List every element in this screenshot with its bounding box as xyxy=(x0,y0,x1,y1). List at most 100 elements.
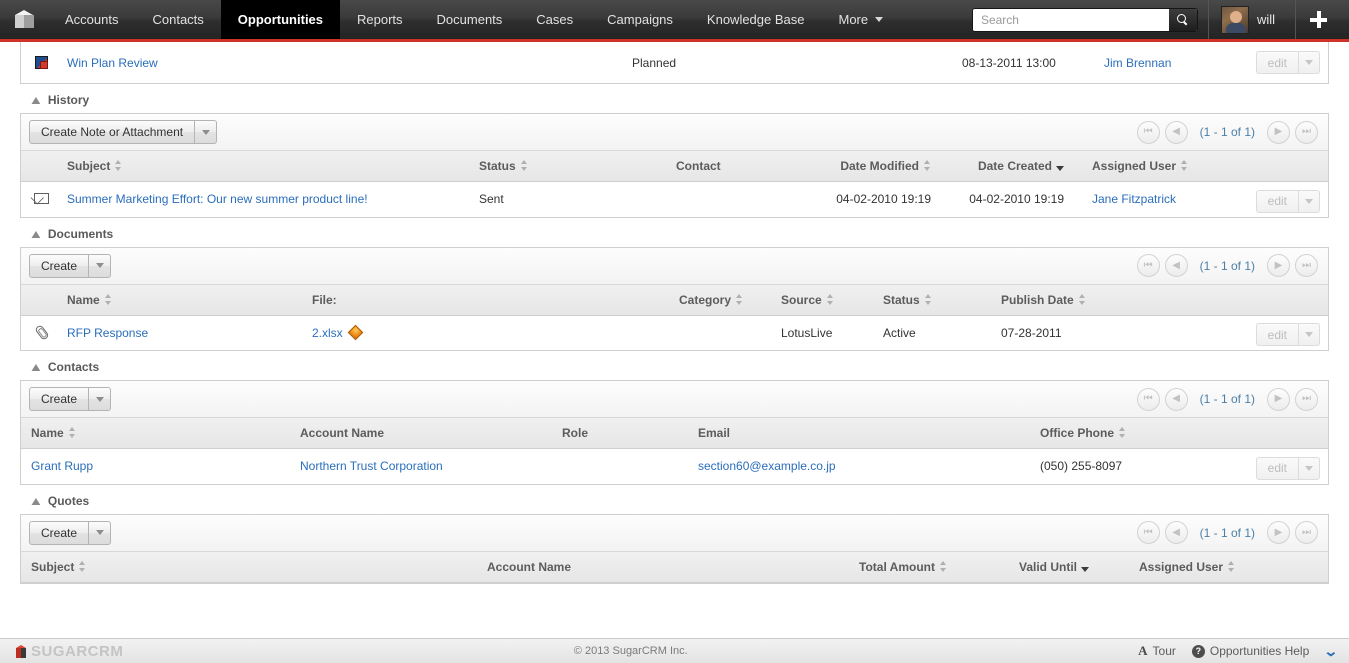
nav-item-knowledge-base[interactable]: Knowledge Base xyxy=(690,0,822,39)
th-assigned-user[interactable]: Assigned User xyxy=(1078,151,1328,182)
activity-subject-link[interactable]: Win Plan Review xyxy=(67,56,158,70)
th-status[interactable]: Status xyxy=(473,151,670,182)
email-link[interactable]: section60@example.co.jp xyxy=(698,459,836,473)
edit-button[interactable]: edit xyxy=(1255,189,1299,213)
th-name[interactable]: Name xyxy=(61,284,306,316)
th-label: Email xyxy=(698,426,731,440)
th-email[interactable]: Email xyxy=(692,418,1034,449)
contact-name-link[interactable]: Grant Rupp xyxy=(31,459,93,473)
assigned-user-link[interactable]: Jim Brennan xyxy=(1104,56,1171,70)
th-publish-date[interactable]: Publish Date xyxy=(995,284,1328,316)
section-header-contacts[interactable]: ▲ Contacts xyxy=(20,351,1329,380)
nav-item-campaigns[interactable]: Campaigns xyxy=(590,0,690,39)
chevron-down-icon[interactable]: ⌄ xyxy=(1324,643,1339,660)
nav-item-cases[interactable]: Cases xyxy=(519,0,590,39)
chevron-down-icon xyxy=(1305,465,1313,471)
nav-item-documents[interactable]: Documents xyxy=(420,0,520,39)
tour-link[interactable]: A Tour xyxy=(1138,643,1176,659)
th-file[interactable]: File: xyxy=(306,284,526,316)
first-page-button[interactable]: ⏮ xyxy=(1136,254,1160,277)
section-header-history[interactable]: ▲ History xyxy=(20,84,1329,113)
nav-item-contacts[interactable]: Contacts xyxy=(135,0,220,39)
opportunities-help-link[interactable]: ? Opportunities Help xyxy=(1191,644,1309,658)
section-header-quotes[interactable]: ▲ Quotes xyxy=(20,485,1329,514)
th-account-name[interactable]: Account Name xyxy=(481,551,853,583)
section-header-documents[interactable]: ▲ Documents xyxy=(20,218,1329,247)
th-role[interactable]: Role xyxy=(556,418,692,449)
table-row[interactable]: Summer Marketing Effort: Our new summer … xyxy=(21,182,1328,217)
search-button[interactable] xyxy=(1168,8,1197,31)
th-name[interactable]: Name xyxy=(21,418,294,449)
th-date-modified[interactable]: Date Modified xyxy=(812,151,945,182)
create-dropdown-button[interactable] xyxy=(89,520,112,545)
create-document-button[interactable]: Create xyxy=(29,253,90,278)
nav-item-reports[interactable]: Reports xyxy=(340,0,420,39)
edit-dropdown-button[interactable] xyxy=(1299,51,1320,74)
documents-panel: Create ⏮ ◀ (1 - 1 of 1) ▶ ⏭ Name File: C… xyxy=(20,246,1329,351)
create-quote-button[interactable]: Create xyxy=(29,520,90,545)
section-title: Contacts xyxy=(47,360,100,374)
th-assigned-user[interactable]: Assigned User xyxy=(1133,551,1328,583)
history-panel: Create Note or Attachment ⏮ ◀ (1 - 1 of … xyxy=(20,113,1329,218)
next-page-button[interactable]: ▶ xyxy=(1267,120,1290,144)
first-page-button[interactable]: ⏮ xyxy=(1136,387,1160,411)
th-subject[interactable]: Subject xyxy=(21,551,481,583)
table-row[interactable]: RFP Response 2.xlsx LotusLive Active 07-… xyxy=(21,315,1328,350)
th-office-phone[interactable]: Office Phone xyxy=(1034,418,1249,449)
create-note-or-attachment-button[interactable]: Create Note or Attachment xyxy=(29,120,196,144)
edit-button[interactable]: edit xyxy=(1255,51,1299,74)
last-page-button[interactable]: ⏭ xyxy=(1295,120,1318,144)
previous-page-button[interactable]: ◀ xyxy=(1164,521,1188,544)
first-page-button[interactable]: ⏮ xyxy=(1136,120,1160,144)
previous-page-button[interactable]: ◀ xyxy=(1164,387,1188,411)
user-menu[interactable]: will xyxy=(1207,0,1295,39)
th-source[interactable]: Source xyxy=(761,284,877,316)
contact-role-cell xyxy=(556,449,692,484)
next-page-button[interactable]: ▶ xyxy=(1267,521,1290,544)
th-contact[interactable]: Contact xyxy=(670,151,812,182)
th-label: Subject xyxy=(31,559,75,574)
sort-icon xyxy=(939,560,947,572)
last-page-button[interactable]: ⏭ xyxy=(1295,521,1318,544)
edit-dropdown-button[interactable] xyxy=(1299,456,1320,480)
th-category[interactable]: Category xyxy=(526,284,761,316)
th-label: Status xyxy=(479,159,516,173)
create-dropdown-button[interactable] xyxy=(89,253,112,278)
history-subject-link[interactable]: Summer Marketing Effort: Our new summer … xyxy=(67,192,368,206)
create-dropdown-button[interactable] xyxy=(195,120,218,144)
nav-item-accounts[interactable]: Accounts xyxy=(48,0,135,39)
search-input[interactable] xyxy=(972,8,1169,31)
th-valid-until[interactable]: Valid Until xyxy=(1013,551,1133,583)
previous-page-button[interactable]: ◀ xyxy=(1164,120,1188,144)
th-subject[interactable]: Subject xyxy=(61,151,473,182)
create-contact-button[interactable]: Create xyxy=(29,387,90,411)
nav-item-more[interactable]: More xyxy=(822,0,901,39)
account-name-link[interactable]: Northern Trust Corporation xyxy=(300,459,443,473)
edit-dropdown-button[interactable] xyxy=(1299,323,1320,346)
last-page-button[interactable]: ⏭ xyxy=(1295,254,1318,277)
th-date-created[interactable]: Date Created xyxy=(945,151,1078,182)
next-page-button[interactable]: ▶ xyxy=(1267,387,1290,411)
create-dropdown-button[interactable] xyxy=(89,387,112,411)
th-status[interactable]: Status xyxy=(877,284,995,316)
edit-button[interactable]: edit xyxy=(1255,323,1299,346)
app-logo[interactable] xyxy=(0,0,48,39)
assigned-user-link[interactable]: Jane Fitzpatrick xyxy=(1092,192,1176,206)
next-page-button[interactable]: ▶ xyxy=(1267,254,1290,277)
search-icon xyxy=(1177,14,1188,25)
table-row[interactable]: Grant Rupp Northern Trust Corporation se… xyxy=(21,449,1328,484)
table-row[interactable]: Win Plan Review Planned 08-13-2011 13:00… xyxy=(21,42,1328,83)
nav-item-opportunities[interactable]: Opportunities xyxy=(220,0,341,39)
edit-dropdown-button[interactable] xyxy=(1299,189,1320,213)
th-account-name[interactable]: Account Name xyxy=(294,418,556,449)
document-name-link[interactable]: RFP Response xyxy=(67,326,148,340)
quick-create-menu[interactable] xyxy=(1295,0,1349,39)
th-total-amount[interactable]: Total Amount xyxy=(853,551,1013,583)
last-page-button[interactable]: ⏭ xyxy=(1295,387,1318,411)
first-page-button[interactable]: ⏮ xyxy=(1136,521,1160,544)
copyright-label: © 2013 SugarCRM Inc. xyxy=(573,645,688,657)
previous-page-button[interactable]: ◀ xyxy=(1164,254,1188,277)
document-file-link[interactable]: 2.xlsx xyxy=(312,326,343,340)
section-title: Quotes xyxy=(47,493,90,508)
edit-button[interactable]: edit xyxy=(1255,456,1299,480)
